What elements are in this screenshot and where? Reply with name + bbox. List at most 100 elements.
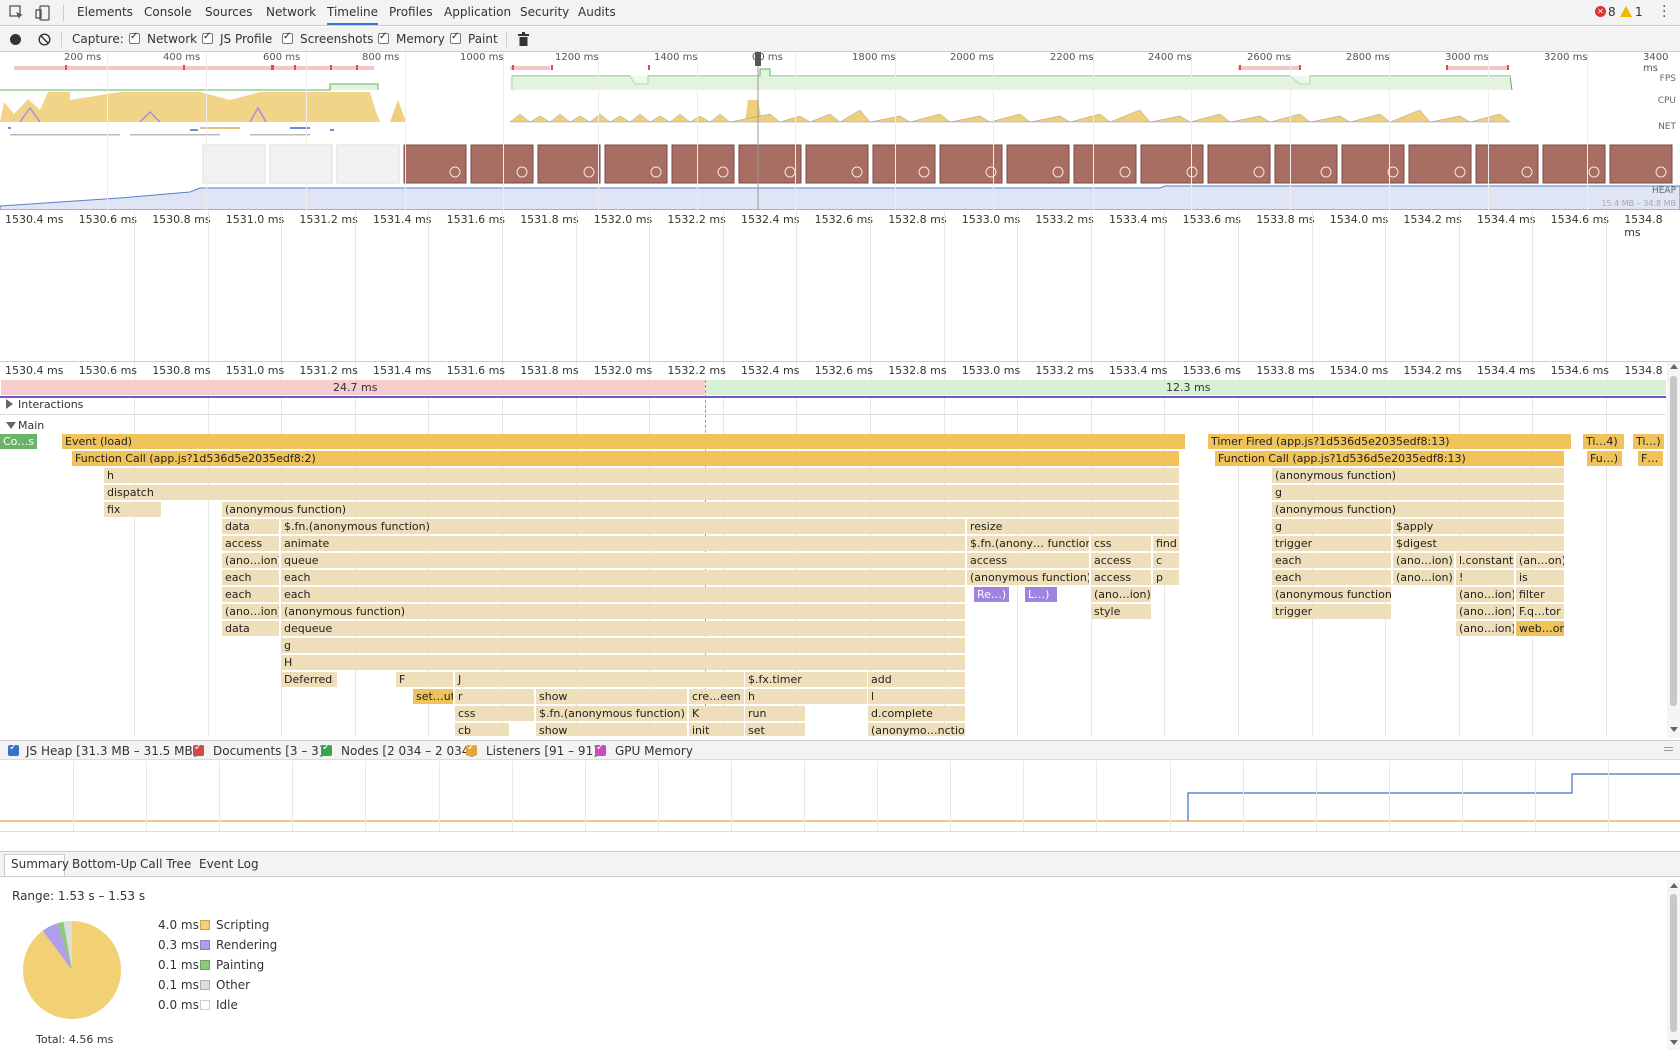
error-count[interactable]: 8 [1608,5,1616,19]
documents-checkbox[interactable] [193,742,204,756]
flame-entry[interactable]: $digest [1393,536,1564,551]
flame-entry[interactable]: (anonymous function) [1272,468,1564,483]
flame-entry[interactable]: resize [967,519,1179,534]
flame-entry[interactable]: Function Call (app.js?1d536d5e2035edf8:1… [1215,451,1564,466]
flame-entry[interactable]: K [689,706,744,721]
flame-entry[interactable]: $.fn.(anonymous function) [536,706,687,721]
timeline-overview[interactable]: FPS CPU NET HEAP 15.4 MB – 34.8 MB 200 m… [0,52,1680,210]
flame-entry[interactable]: (an…on) [1516,553,1564,568]
interactions-track-label[interactable]: Interactions [18,398,83,411]
flame-entry[interactable]: access [222,536,279,551]
flame-entry[interactable]: F [396,672,453,687]
flame-entry[interactable]: H [281,655,965,670]
record-icon[interactable] [10,34,21,45]
flame-entry[interactable]: c [1153,553,1179,568]
flame-entry[interactable]: set [745,723,805,736]
capture-memory-checkbox[interactable] [378,31,389,44]
flame-entry[interactable]: show [536,689,687,704]
flame-entry[interactable]: access [967,553,1089,568]
flame-entry[interactable]: dispatch [104,485,1179,500]
tab-audits[interactable]: Audits [578,0,616,25]
flame-entry[interactable]: l [868,689,965,704]
capture-screenshots-checkbox[interactable] [282,31,293,44]
flame-entry[interactable]: css [1091,536,1151,551]
flame-entry[interactable]: (ano…ion) [1456,587,1514,602]
flame-entry[interactable]: (ano…ion) [1091,587,1151,602]
warning-count[interactable]: 1 [1635,5,1643,19]
main-flame-chart[interactable]: Co…s Event (load) Timer Fired (app.js?1d53… [0,434,1666,736]
js-heap-checkbox[interactable] [8,742,19,756]
capture-js-profile-checkbox[interactable] [202,31,213,44]
flame-entry[interactable]: $apply [1393,519,1564,534]
flame-entry[interactable]: each [281,587,965,602]
flame-entry[interactable]: trigger [1272,604,1391,619]
flame-entry[interactable]: p [1153,570,1179,585]
tab-event-log[interactable]: Event Log [199,857,259,871]
inspect-element-icon[interactable] [9,5,25,21]
flame-entry[interactable]: Deferred [281,672,337,687]
flame-entry[interactable]: show [536,723,687,736]
flame-entry[interactable]: each [222,570,279,585]
flame-entry[interactable]: cb [455,723,509,736]
flame-entry[interactable]: animate [281,536,965,551]
flame-entry[interactable]: g [1272,519,1391,534]
flame-entry[interactable]: Re…) [974,587,1009,602]
flame-entry[interactable]: (anonymous function) [967,570,1089,585]
flame-entry[interactable]: Co…s [0,434,37,449]
flame-entry[interactable]: find [1153,536,1179,551]
flame-entry[interactable]: ! [1456,570,1514,585]
flame-entry[interactable]: filter [1516,587,1564,602]
scrollbar-thumb[interactable] [1670,376,1677,706]
flame-entry[interactable]: (anonymous function) [222,502,1179,517]
tab-summary[interactable]: Summary [11,857,69,871]
scrollbar-thumb[interactable] [1670,894,1677,1032]
flame-entry[interactable]: h [745,689,867,704]
flame-entry[interactable]: L…) [1025,587,1057,602]
capture-network-label[interactable]: Network [147,32,197,46]
flame-entry[interactable]: trigger [1272,536,1391,551]
flame-entry[interactable]: set…ut [413,689,453,704]
flame-entry[interactable]: Timer Fired (app.js?1d536d5e2035edf8:13) [1208,434,1571,449]
scroll-down-icon[interactable] [1670,727,1678,732]
flame-entry[interactable]: access [1091,553,1151,568]
flame-entry[interactable]: cre…een [689,689,744,704]
documents-label[interactable]: Documents [3 – 3] [213,744,324,758]
flame-entry[interactable]: Event (load) [62,434,1185,449]
capture-paint-label[interactable]: Paint [468,32,498,46]
warning-icon[interactable] [1620,6,1632,17]
more-menu-icon[interactable]: · · · [1662,0,1666,24]
tab-application[interactable]: Application [444,0,511,25]
flame-entry[interactable]: fix [104,502,161,517]
tab-console[interactable]: Console [144,0,192,25]
flame-entry[interactable]: init [689,723,744,736]
summary-scrollbar[interactable] [1667,880,1680,1050]
flame-entry[interactable]: data [222,621,279,636]
flame-entry[interactable]: css [455,706,534,721]
flame-entry[interactable]: h [104,468,1179,483]
clear-icon[interactable] [38,33,51,46]
tab-timeline[interactable]: Timeline [327,0,379,25]
nodes-checkbox[interactable] [321,742,332,756]
tab-security[interactable]: Security [520,0,569,25]
tab-profiles[interactable]: Profiles [389,0,433,25]
flame-entry[interactable]: each [281,570,965,585]
flame-entry[interactable]: d.complete [868,706,965,721]
capture-paint-checkbox[interactable] [450,31,461,44]
flame-entry[interactable]: run [745,706,805,721]
frame-normal[interactable]: 12.3 ms [706,380,1666,395]
gpu-memory-checkbox[interactable] [595,742,606,756]
flame-entry[interactable]: access [1091,570,1151,585]
tab-call-tree[interactable]: Call Tree [140,857,191,871]
flame-entry[interactable]: (ano…ion) [222,553,279,568]
flame-entry[interactable]: (ano…ion) [222,604,279,619]
nodes-label[interactable]: Nodes [2 034 – 2 034] [341,744,474,758]
device-mode-icon[interactable] [35,5,51,21]
flame-entry[interactable]: (anonymous function) [281,604,965,619]
flame-entry[interactable]: r [455,689,534,704]
flame-entry[interactable]: queue [281,553,965,568]
flame-entry[interactable]: g [1272,485,1564,500]
flame-entry[interactable]: (ano…ion) [1456,621,1514,636]
flame-entry[interactable]: is [1516,570,1564,585]
flame-entry[interactable]: dequeue [281,621,965,636]
trash-icon[interactable] [517,32,530,46]
